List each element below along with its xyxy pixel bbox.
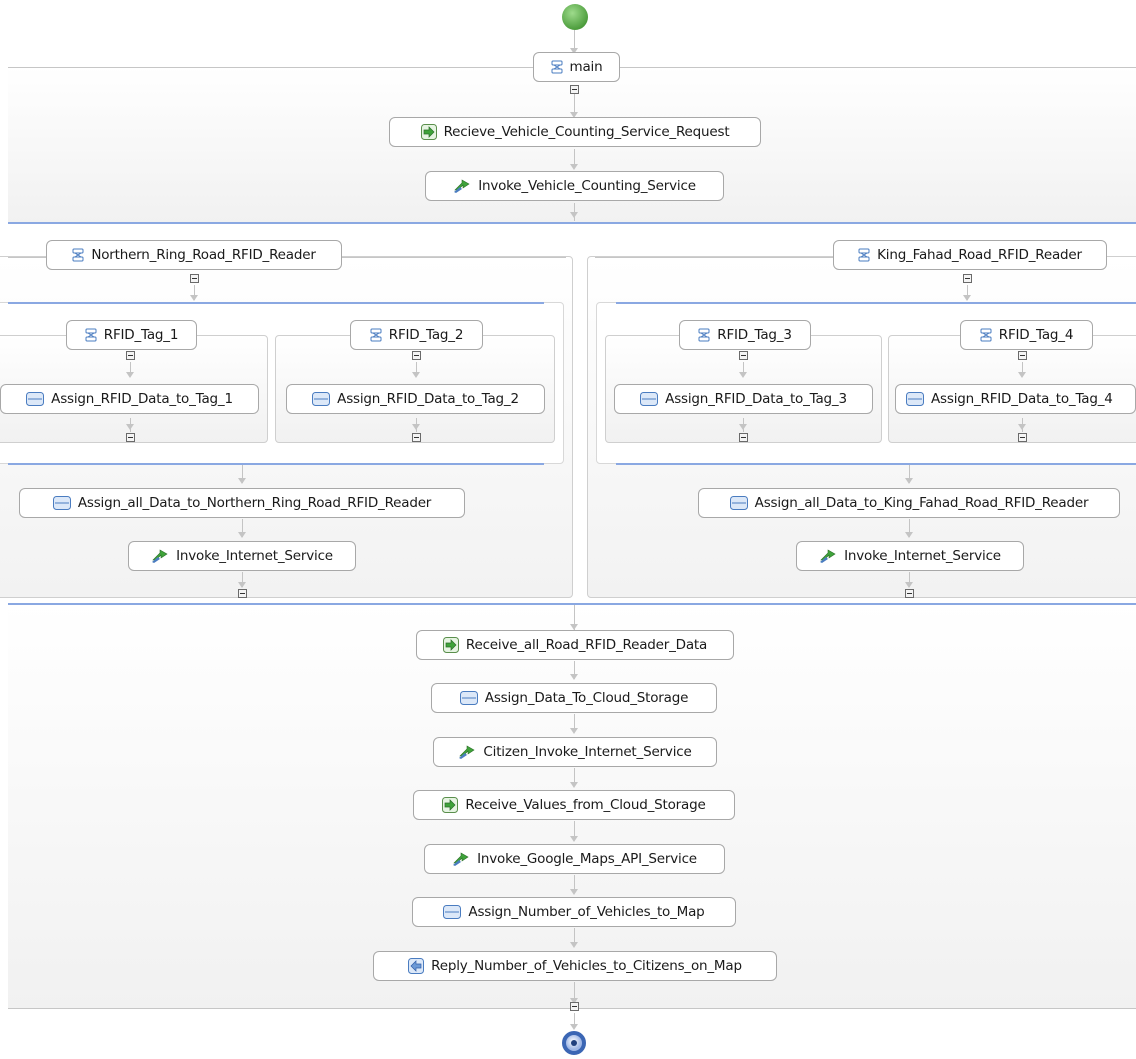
scope-icon (551, 60, 563, 74)
collapse-icon[interactable] (412, 351, 421, 360)
invoke-internet-northern-node[interactable]: Invoke_Internet_Service (128, 541, 356, 571)
scope-icon (980, 328, 992, 342)
citizen-invoke-node[interactable]: Citizen_Invoke_Internet_Service (433, 737, 717, 767)
assign-icon (312, 392, 331, 406)
assign-tag-4-node[interactable]: Assign_RFID_Data_to_Tag_4 (895, 384, 1136, 414)
collapse-icon[interactable] (190, 274, 199, 283)
assign-icon (52, 496, 71, 510)
invoke-icon (819, 548, 837, 564)
assign-all-northern-node[interactable]: Assign_all_Data_to_Northern_Ring_Road_RF… (19, 488, 465, 518)
scope-icon (72, 248, 84, 262)
receive-icon (442, 797, 459, 813)
scope-king-fahad-road[interactable]: King_Fahad_Road_RFID_Reader (833, 240, 1107, 270)
scope-northern-ring-road[interactable]: Northern_Ring_Road_RFID_Reader (46, 240, 342, 270)
receive-icon (420, 124, 437, 140)
collapse-icon[interactable] (905, 589, 914, 598)
scope-main[interactable]: main (533, 52, 620, 82)
invoke-icon (453, 178, 471, 194)
assign-map-node[interactable]: Assign_Number_of_Vehicles_to_Map (412, 897, 736, 927)
assign-icon (459, 691, 478, 705)
assign-icon (443, 905, 462, 919)
assign-tag-1-node[interactable]: Assign_RFID_Data_to_Tag_1 (0, 384, 259, 414)
assign-icon (906, 392, 924, 406)
collapse-icon[interactable] (570, 1002, 579, 1011)
reply-icon (408, 958, 425, 974)
scope-rfid-tag-4[interactable]: RFID_Tag_4 (960, 320, 1093, 350)
receive-all-node[interactable]: Receive_all_Road_RFID_Reader_Data (416, 630, 734, 660)
invoke-icon (458, 744, 476, 760)
scope-icon (698, 328, 710, 342)
invoke-icon (151, 548, 169, 564)
start-node[interactable] (562, 4, 588, 30)
collapse-icon[interactable] (963, 274, 972, 283)
receive-values-node[interactable]: Receive_Values_from_Cloud_Storage (413, 790, 735, 820)
scope-icon (858, 248, 870, 262)
invoke-internet-king-fahad-node[interactable]: Invoke_Internet_Service (796, 541, 1024, 571)
scope-icon (85, 328, 97, 342)
collapse-icon[interactable] (238, 589, 247, 598)
assign-tag-3-node[interactable]: Assign_RFID_Data_to_Tag_3 (614, 384, 873, 414)
assign-icon (26, 392, 45, 406)
collapse-icon[interactable] (126, 433, 135, 442)
collapse-icon[interactable] (739, 351, 748, 360)
scope-rfid-tag-2[interactable]: RFID_Tag_2 (350, 320, 483, 350)
collapse-icon[interactable] (739, 433, 748, 442)
collapse-icon[interactable] (570, 85, 579, 94)
collapse-icon[interactable] (1018, 351, 1027, 360)
assign-cloud-node[interactable]: Assign_Data_To_Cloud_Storage (431, 683, 717, 713)
assign-all-king-fahad-node[interactable]: Assign_all_Data_to_King_Fahad_Road_RFID_… (698, 488, 1120, 518)
collapse-icon[interactable] (412, 433, 421, 442)
assign-icon (729, 496, 748, 510)
collapse-icon[interactable] (1018, 433, 1027, 442)
receive-request-node[interactable]: Recieve_Vehicle_Counting_Service_Request (389, 117, 761, 147)
invoke-maps-node[interactable]: Invoke_Google_Maps_API_Service (424, 844, 725, 874)
assign-icon (640, 392, 659, 406)
scope-icon (370, 328, 382, 342)
scope-rfid-tag-3[interactable]: RFID_Tag_3 (679, 320, 811, 350)
assign-tag-2-node[interactable]: Assign_RFID_Data_to_Tag_2 (286, 384, 545, 414)
invoke-counting-node[interactable]: Invoke_Vehicle_Counting_Service (425, 171, 724, 201)
end-node[interactable] (562, 1031, 586, 1055)
scope-rfid-tag-1[interactable]: RFID_Tag_1 (66, 320, 197, 350)
collapse-icon[interactable] (126, 351, 135, 360)
reply-node[interactable]: Reply_Number_of_Vehicles_to_Citizens_on_… (373, 951, 777, 981)
invoke-icon (452, 851, 470, 867)
receive-icon (442, 637, 459, 653)
